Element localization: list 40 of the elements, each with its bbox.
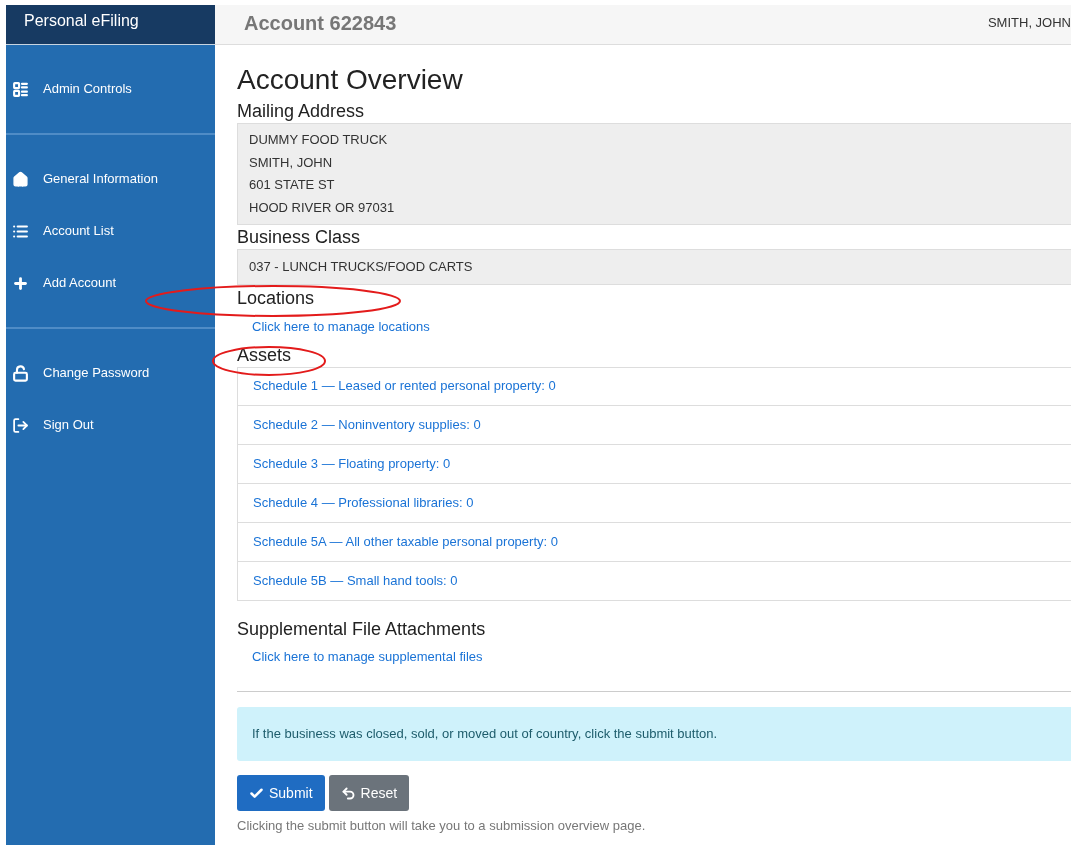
nav-item[interactable]: General Information xyxy=(6,153,215,205)
manage-locations-link[interactable]: Click here to manage locations xyxy=(252,317,430,337)
undo-icon xyxy=(340,785,356,801)
section-heading: Assets xyxy=(237,343,292,367)
schedule-link[interactable]: Schedule 5A — All other taxable personal property: 0 xyxy=(253,531,558,552)
nav-item[interactable]: Add Account xyxy=(6,257,215,309)
business-class-value: 037 - LUNCH TRUCKS/FOOD CARTS xyxy=(249,258,473,277)
schedule-link[interactable]: Schedule 1 — Leased or rented personal property: 0 xyxy=(253,376,556,396)
help-text: Clicking the submit button will take you to a submission overview page. xyxy=(237,817,647,835)
section-heading: Locations xyxy=(237,287,315,310)
address-line: SMITH, JOHN xyxy=(249,153,334,172)
check-icon xyxy=(249,785,264,801)
home-icon xyxy=(12,170,29,188)
sign-out-icon xyxy=(12,416,29,434)
nav-item[interactable]: Change Password xyxy=(6,347,215,399)
reset-button[interactable]: Reset xyxy=(328,775,410,811)
list-icon xyxy=(12,222,29,240)
address-line: HOOD RIVER OR 97031 xyxy=(249,198,396,217)
submit-button[interactable]: Submit xyxy=(237,775,325,811)
list-icon xyxy=(12,80,29,98)
schedule-link[interactable]: Schedule 3 — Floating property: 0 xyxy=(253,453,451,474)
section-heading: Mailing Address xyxy=(237,100,365,123)
address-line: 601 STATE ST xyxy=(249,176,336,194)
schedule-link[interactable]: Schedule 4 — Professional libraries: 0 xyxy=(253,492,474,513)
nav-item[interactable]: Sign Out xyxy=(6,399,215,451)
nav-item[interactable]: Account List xyxy=(6,205,215,257)
user-name: SMITH, JOHN xyxy=(987,14,1071,32)
section-heading: Business Class xyxy=(237,226,361,249)
page-title: Account Overview xyxy=(237,63,464,97)
manage-files-link[interactable]: Click here to manage supplemental files xyxy=(252,646,483,666)
schedule-link[interactable]: Schedule 5B — Small hand tools: 0 xyxy=(253,570,458,591)
schedule-link[interactable]: Schedule 2 — Noninventory supplies: 0 xyxy=(253,414,481,435)
section-heading: Supplemental File Attachments xyxy=(237,617,486,641)
plus-icon xyxy=(12,274,29,292)
brand-title: Personal eFiling xyxy=(24,11,139,31)
address-line: DUMMY FOOD TRUCK xyxy=(249,131,389,149)
nav-item[interactable]: Admin Controls xyxy=(6,63,215,115)
alert-text: If the business was closed, sold, or moved out of country, click the submit button. xyxy=(252,725,718,744)
account-title: Account 622843 xyxy=(244,11,397,36)
unlock-icon xyxy=(12,364,29,382)
